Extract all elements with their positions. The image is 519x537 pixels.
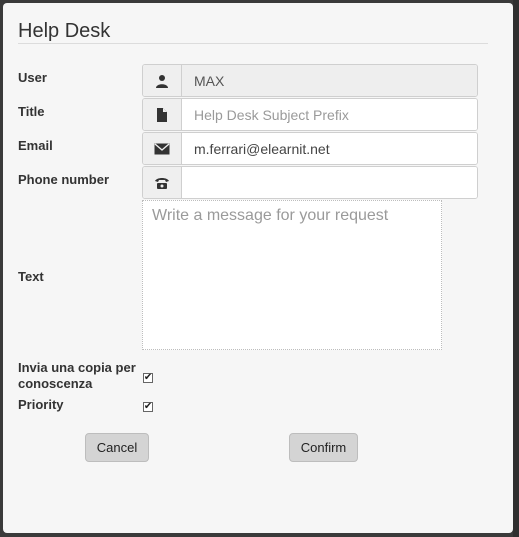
user-field: [142, 64, 478, 97]
priority-checkbox[interactable]: ✔: [143, 402, 153, 412]
phone-input[interactable]: [182, 167, 477, 198]
phone-field: [142, 166, 478, 199]
backdrop: [513, 0, 519, 537]
email-label: Email: [18, 138, 53, 153]
copy-label: Invia una copia per conoscenza: [18, 360, 136, 391]
copy-checkbox[interactable]: ✔: [143, 373, 153, 383]
document-icon: [143, 99, 182, 130]
cancel-button[interactable]: Cancel: [85, 433, 149, 462]
confirm-button[interactable]: Confirm: [289, 433, 358, 462]
message-textarea[interactable]: [142, 200, 442, 350]
phone-icon: [143, 167, 182, 198]
text-label: Text: [18, 269, 44, 284]
user-icon: [143, 65, 182, 96]
help-desk-dialog: Help Desk User Title Email Phone number …: [3, 3, 513, 533]
envelope-icon: [143, 133, 182, 164]
user-label: User: [18, 70, 47, 85]
title-divider: [18, 43, 488, 44]
title-label: Title: [18, 104, 45, 119]
title-input[interactable]: [182, 99, 477, 130]
phone-label: Phone number: [18, 172, 110, 187]
check-icon: ✔: [143, 372, 153, 383]
email-input[interactable]: [182, 133, 477, 164]
user-input: [182, 65, 477, 96]
title-field: [142, 98, 478, 131]
check-icon: ✔: [143, 401, 153, 412]
dialog-title: Help Desk: [18, 20, 111, 42]
priority-label: Priority: [18, 397, 64, 412]
email-field: [142, 132, 478, 165]
